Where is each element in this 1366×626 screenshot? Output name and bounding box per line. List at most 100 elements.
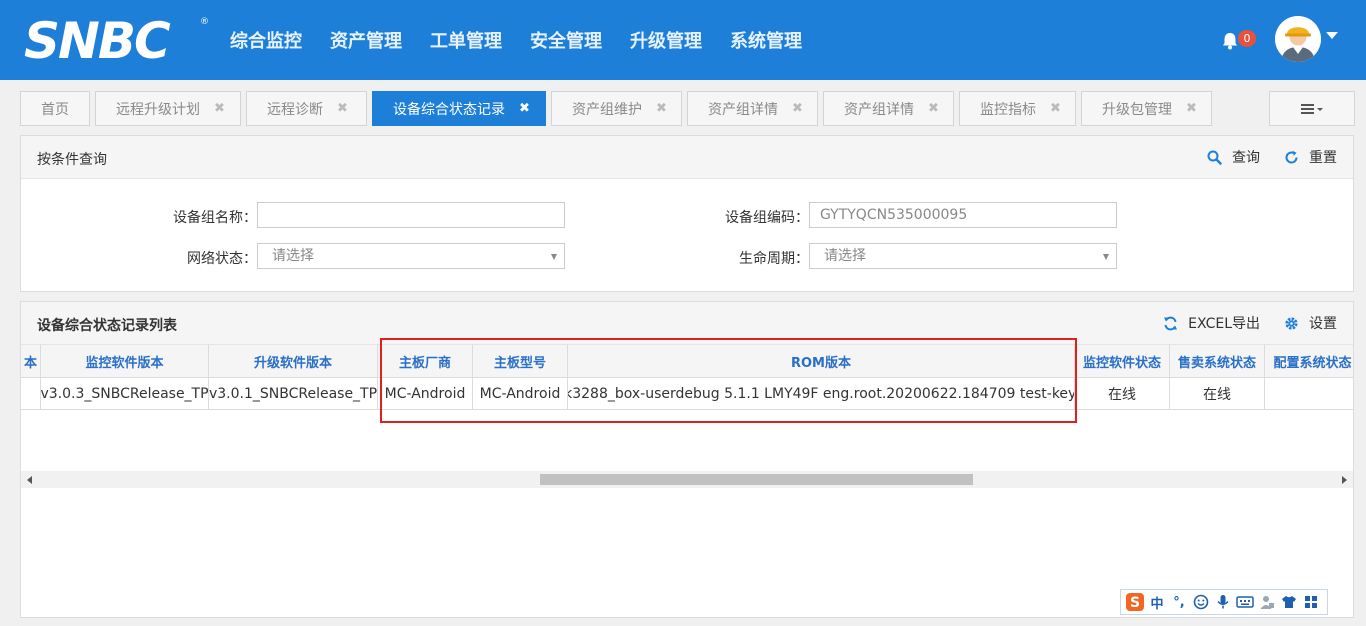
avatar-image — [1275, 16, 1321, 62]
refresh-icon — [1285, 150, 1298, 163]
nav-system-management[interactable]: 系统管理 — [730, 27, 802, 53]
tab-device-status-record[interactable]: 设备综合状态记录 ✖ — [372, 91, 546, 126]
main-nav: 综合监控 资产管理 工单管理 安全管理 升级管理 系统管理 — [230, 0, 830, 80]
table-cell-monitor-software-version: v3.0.3_SNBCRelease_TP — [41, 378, 209, 410]
group-name-label: 设备组名称： — [173, 210, 257, 226]
user-avatar[interactable] — [1275, 16, 1321, 62]
table-cell-rom-version: rk3288_box-userdebug 5.1.1 LMY49F eng.ro… — [568, 378, 1075, 410]
list-panel-title: 设备综合状态记录列表 — [37, 318, 177, 334]
tab-remote-diagnosis[interactable]: 远程诊断 ✖ — [246, 91, 367, 126]
excel-export-button[interactable]: EXCEL导出 — [1163, 313, 1260, 333]
query-panel-header: 按条件查询 查询 重置 — [21, 136, 1353, 179]
svg-text:®: ® — [200, 17, 209, 27]
horizontal-scrollbar[interactable] — [21, 471, 1353, 488]
close-icon[interactable]: ✖ — [928, 101, 939, 116]
tab-label: 资产组维护 — [572, 101, 642, 118]
close-icon[interactable]: ✖ — [337, 101, 348, 116]
tab-label: 资产组详情 — [708, 101, 778, 118]
lifecycle-value: 请选择 — [824, 248, 866, 264]
reset-label: 重置 — [1309, 150, 1337, 166]
network-status-select[interactable]: 请选择 — [257, 243, 565, 269]
top-header: SNBC ® 综合监控 资产管理 工单管理 安全管理 升级管理 系统管理 0 — [0, 0, 1366, 80]
nav-security-management[interactable]: 安全管理 — [530, 27, 602, 53]
search-button[interactable]: 查询 — [1207, 147, 1260, 167]
table-cell-config-system-status — [1265, 378, 1353, 410]
chevron-down-icon[interactable] — [1326, 32, 1338, 39]
ime-punct-toggle[interactable]: °, — [1169, 592, 1189, 612]
close-icon[interactable]: ✖ — [1050, 101, 1061, 116]
group-name-input[interactable] — [257, 202, 565, 228]
scroll-left-icon[interactable] — [27, 476, 32, 484]
nav-workorder-management[interactable]: 工单管理 — [430, 27, 502, 53]
user-icon[interactable] — [1257, 592, 1277, 612]
caret-down-icon — [551, 254, 557, 260]
bell-icon[interactable] — [1220, 31, 1240, 51]
table-cell — [21, 378, 41, 410]
tab-label: 资产组详情 — [844, 101, 914, 118]
query-panel-title: 按条件查询 — [37, 152, 107, 168]
lifecycle-select[interactable]: 请选择 — [809, 243, 1117, 269]
skin-icon[interactable] — [1279, 592, 1299, 612]
tab-label: 远程诊断 — [267, 101, 323, 118]
snbc-logo[interactable]: SNBC ® — [22, 12, 212, 68]
table-cell-board-vendor: MC-Android — [378, 378, 473, 410]
svg-text:SNBC: SNBC — [24, 12, 171, 68]
column-header-rom-version[interactable]: ROM版本 — [568, 345, 1075, 378]
column-header-board-model[interactable]: 主板型号 — [473, 345, 568, 378]
scrollbar-thumb[interactable] — [540, 474, 973, 485]
tab-asset-group-detail-2[interactable]: 资产组详情 ✖ — [823, 91, 954, 126]
tab-asset-group-maintain[interactable]: 资产组维护 ✖ — [551, 91, 682, 126]
search-icon — [1207, 150, 1222, 165]
ime-lang-toggle[interactable]: 中 — [1147, 592, 1167, 612]
close-icon[interactable]: ✖ — [1186, 101, 1197, 116]
ime-toolbar: S 中 °, — [1120, 589, 1328, 615]
settings-button[interactable]: 设置 — [1284, 313, 1337, 333]
column-header-board-vendor[interactable]: 主板厂商 — [378, 345, 473, 378]
search-label: 查询 — [1232, 150, 1260, 166]
keyboard-icon[interactable] — [1235, 592, 1255, 612]
tab-upgrade-package[interactable]: 升级包管理 ✖ — [1081, 91, 1212, 126]
emoji-icon[interactable] — [1191, 592, 1211, 612]
table-cell-vending-system-status: 在线 — [1170, 378, 1265, 410]
column-header[interactable]: 本 — [21, 345, 41, 378]
tab-bar: 首页 远程升级计划 ✖ 远程诊断 ✖ 设备综合状态记录 ✖ 资产组维护 ✖ 资产组详情 ✖… — [20, 91, 1217, 126]
column-header-vending-system-status[interactable]: 售卖系统状态 — [1170, 345, 1265, 378]
settings-label: 设置 — [1309, 316, 1337, 332]
tab-label: 监控指标 — [980, 101, 1036, 118]
list-actions: EXCEL导出 设置 — [1139, 313, 1337, 333]
nav-upgrade-management[interactable]: 升级管理 — [630, 27, 702, 53]
query-actions: 查询 重置 — [1183, 147, 1337, 167]
column-header-config-system-status[interactable]: 配置系统状态 — [1265, 345, 1353, 378]
nav-asset-management[interactable]: 资产管理 — [330, 27, 402, 53]
lifecycle-label: 生命周期： — [739, 251, 809, 267]
close-icon[interactable]: ✖ — [792, 101, 803, 116]
tab-monitor-indicators[interactable]: 监控指标 ✖ — [959, 91, 1076, 126]
query-panel: 按条件查询 查询 重置 设备组名称： 设备组编码： GYTYQCN5350000… — [20, 135, 1354, 292]
tab-home[interactable]: 首页 — [20, 91, 90, 126]
column-header-monitor-software-status[interactable]: 监控软件状态 — [1075, 345, 1170, 378]
tab-label: 设备综合状态记录 — [393, 101, 505, 118]
gear-icon — [1285, 316, 1298, 330]
sogou-logo-icon[interactable]: S — [1125, 592, 1145, 612]
toolbox-icon[interactable] — [1301, 592, 1321, 612]
tab-label: 远程升级计划 — [116, 101, 200, 118]
close-icon[interactable]: ✖ — [656, 101, 667, 116]
network-status-label: 网络状态： — [187, 251, 257, 267]
column-header-monitor-software-version[interactable]: 监控软件版本 — [41, 345, 209, 378]
microphone-icon[interactable] — [1213, 592, 1233, 612]
table-cell-board-model: MC-Android — [473, 378, 568, 410]
tab-remote-upgrade-plan[interactable]: 远程升级计划 ✖ — [95, 91, 241, 126]
scroll-right-icon[interactable] — [1342, 476, 1347, 484]
close-icon[interactable]: ✖ — [214, 101, 225, 116]
column-header-upgrade-software-version[interactable]: 升级软件版本 — [209, 345, 378, 378]
nav-comprehensive-monitoring[interactable]: 综合监控 — [230, 27, 302, 53]
tab-label: 升级包管理 — [1102, 101, 1172, 118]
group-code-input[interactable]: GYTYQCN535000095 — [809, 202, 1117, 228]
close-icon[interactable]: ✖ — [519, 101, 530, 116]
reset-button[interactable]: 重置 — [1284, 147, 1337, 167]
tab-menu-button[interactable] — [1269, 91, 1355, 126]
svg-text:S: S — [1130, 595, 1140, 611]
list-panel: 设备综合状态记录列表 EXCEL导出 设置 本 监控软件版本 升级软件版本 主板… — [20, 301, 1354, 618]
tab-label: 首页 — [41, 101, 69, 118]
tab-asset-group-detail[interactable]: 资产组详情 ✖ — [687, 91, 818, 126]
